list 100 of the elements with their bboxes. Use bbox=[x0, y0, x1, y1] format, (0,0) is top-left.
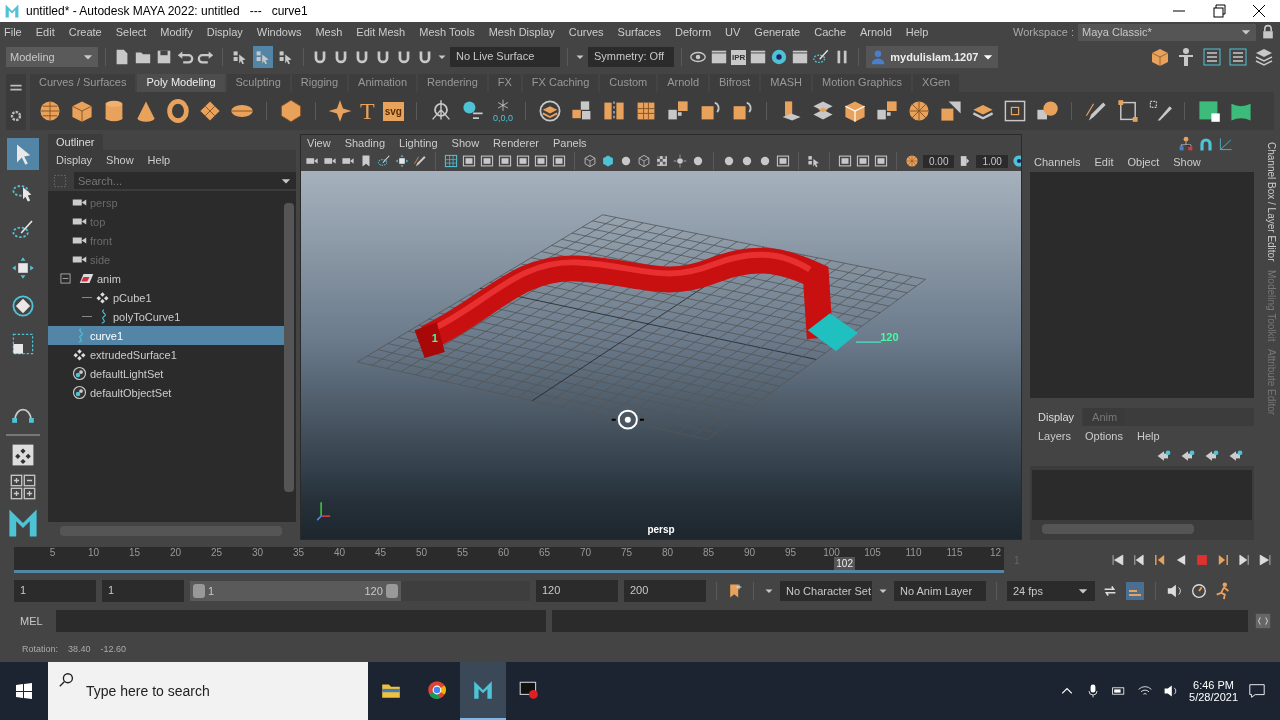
grid-icon[interactable] bbox=[444, 154, 458, 168]
menu-item[interactable]: Layers bbox=[1038, 430, 1072, 442]
collapse-icon[interactable] bbox=[60, 273, 71, 284]
shelf-tab[interactable]: Bifrost bbox=[710, 74, 760, 92]
script-language-button[interactable]: MEL bbox=[20, 615, 50, 627]
menu-item[interactable]: Object bbox=[1127, 156, 1160, 168]
shelf-tab[interactable]: XGen bbox=[913, 74, 960, 92]
square-icon[interactable] bbox=[1196, 99, 1221, 123]
range-slider[interactable] bbox=[190, 581, 401, 601]
skip-to-start-icon[interactable] bbox=[1111, 553, 1125, 567]
step-back-icon[interactable] bbox=[1153, 553, 1167, 567]
menu-item[interactable]: Deform bbox=[675, 26, 712, 38]
layers-icon[interactable] bbox=[537, 99, 562, 123]
menu-item[interactable]: Channels bbox=[1034, 156, 1081, 168]
side-tab[interactable]: Channel Box / Layer Editor bbox=[1265, 140, 1277, 264]
lock-icon[interactable] bbox=[1260, 24, 1276, 40]
resolution-gate-icon[interactable] bbox=[480, 154, 494, 168]
outliner-item[interactable]: defaultLightSet bbox=[90, 367, 164, 380]
menu-item[interactable]: Display bbox=[56, 154, 93, 166]
slider-handle[interactable] bbox=[193, 584, 205, 598]
notification-icon[interactable] bbox=[1248, 682, 1266, 700]
menu-set-dropdown[interactable]: Modeling bbox=[6, 47, 98, 67]
menu-item[interactable]: Lighting bbox=[399, 137, 438, 149]
shelf-tab[interactable]: MASH bbox=[761, 74, 811, 92]
menu-item[interactable]: Display bbox=[206, 26, 243, 38]
menu-item[interactable]: Options bbox=[1085, 430, 1123, 442]
ball-icon[interactable] bbox=[619, 154, 633, 168]
shelf-tab[interactable]: Rendering bbox=[418, 74, 487, 92]
move-tool-icon[interactable] bbox=[395, 154, 409, 168]
outliner-item[interactable]: curve1 bbox=[90, 329, 124, 342]
end-frame-field[interactable]: 200 bbox=[624, 580, 706, 602]
render-disk-icon[interactable] bbox=[770, 48, 789, 66]
pencil-icon[interactable] bbox=[413, 154, 427, 168]
speaker-icon[interactable] bbox=[1166, 582, 1184, 600]
menu-item[interactable]: Windows bbox=[256, 26, 302, 38]
symmetry-field[interactable]: Symmetry: Off bbox=[588, 47, 674, 67]
panel-icon[interactable] bbox=[856, 154, 870, 168]
menu-item[interactable]: UV bbox=[725, 26, 741, 38]
value-field[interactable]: 0.00 bbox=[923, 154, 955, 168]
clapper-icon[interactable] bbox=[791, 48, 810, 66]
panel-icon[interactable] bbox=[838, 154, 852, 168]
brush-icon[interactable] bbox=[812, 48, 831, 66]
outliner-item[interactable]: anim bbox=[97, 272, 121, 285]
panel-icon[interactable] bbox=[552, 154, 566, 168]
shelf-tab[interactable]: Arnold bbox=[658, 74, 709, 92]
shelf-tab[interactable]: FX bbox=[488, 74, 521, 92]
menu-item[interactable]: Select bbox=[115, 26, 147, 38]
shelf-tab[interactable]: FX Caching bbox=[522, 74, 599, 92]
checker-icon[interactable] bbox=[655, 154, 669, 168]
settings-icon[interactable] bbox=[8, 108, 24, 124]
running-figure-icon[interactable] bbox=[1214, 582, 1232, 600]
outliner-item[interactable]: defaultObjectSet bbox=[90, 386, 172, 399]
arch-icon[interactable] bbox=[1198, 136, 1214, 152]
menu-item[interactable]: Show bbox=[451, 137, 480, 149]
key-bookmark-icon[interactable] bbox=[727, 583, 743, 599]
scroll-bar[interactable] bbox=[284, 203, 294, 492]
shelf-tab[interactable]: Sculpting bbox=[226, 74, 290, 92]
panel-icon[interactable] bbox=[534, 154, 548, 168]
playback-start-field[interactable]: 1 bbox=[102, 580, 184, 602]
panel-icon[interactable] bbox=[498, 154, 512, 168]
menu-item[interactable]: Mesh Display bbox=[488, 26, 555, 38]
hierarchy-icon[interactable] bbox=[1178, 136, 1194, 152]
playback-end-field[interactable]: 120 bbox=[536, 580, 618, 602]
menu-item[interactable]: Generate bbox=[754, 26, 801, 38]
torus-icon[interactable] bbox=[166, 99, 190, 123]
menu-item[interactable]: Arnold bbox=[860, 26, 892, 38]
user-account-button[interactable]: mydulislam.1207 bbox=[866, 46, 999, 68]
polyhedron-icon[interactable] bbox=[279, 99, 303, 123]
anim-layer-field[interactable]: No Anim Layer bbox=[894, 581, 986, 601]
wheel-icon[interactable] bbox=[906, 99, 931, 123]
save-icon[interactable] bbox=[155, 48, 173, 66]
menu-item[interactable]: Cache bbox=[814, 26, 846, 38]
menu-item[interactable]: Mesh Tools bbox=[419, 26, 475, 38]
skip-to-end-icon[interactable] bbox=[1258, 553, 1272, 567]
menu-item[interactable]: Shading bbox=[344, 137, 386, 149]
shelf-tab[interactable]: Motion Graphics bbox=[813, 74, 912, 92]
fps-dropdown[interactable]: 24 fps bbox=[1007, 581, 1095, 601]
clapper-icon[interactable] bbox=[749, 48, 768, 66]
taskbar-app[interactable] bbox=[460, 662, 506, 720]
menu-item[interactable]: View bbox=[307, 137, 331, 149]
timer-icon[interactable] bbox=[1190, 582, 1208, 600]
panel-icon[interactable] bbox=[874, 154, 888, 168]
menu-item[interactable]: Mesh bbox=[315, 26, 343, 38]
pencil-icon[interactable] bbox=[1147, 99, 1172, 123]
layers-icon[interactable] bbox=[1254, 47, 1274, 67]
start-frame-field[interactable]: 1 bbox=[14, 580, 96, 602]
ball-icon[interactable] bbox=[691, 154, 705, 168]
menu-item[interactable]: Help bbox=[1136, 430, 1160, 442]
live-surface-field[interactable]: No Live Surface bbox=[450, 47, 560, 67]
value-field[interactable]: 1.00 bbox=[976, 154, 1008, 168]
ball-icon[interactable] bbox=[740, 154, 754, 168]
panel-tab[interactable]: Outliner bbox=[48, 134, 103, 150]
type-tool-button[interactable]: T bbox=[360, 99, 375, 123]
playhead[interactable]: 102 bbox=[834, 557, 855, 570]
menu-item[interactable]: Panels bbox=[552, 137, 587, 149]
svg-tool-button[interactable]: svg bbox=[382, 101, 404, 121]
channel-box-icon[interactable] bbox=[1202, 47, 1222, 67]
start-icon[interactable] bbox=[14, 681, 34, 701]
frame-icon[interactable] bbox=[1002, 99, 1027, 123]
menu-item[interactable]: Show bbox=[106, 154, 134, 166]
